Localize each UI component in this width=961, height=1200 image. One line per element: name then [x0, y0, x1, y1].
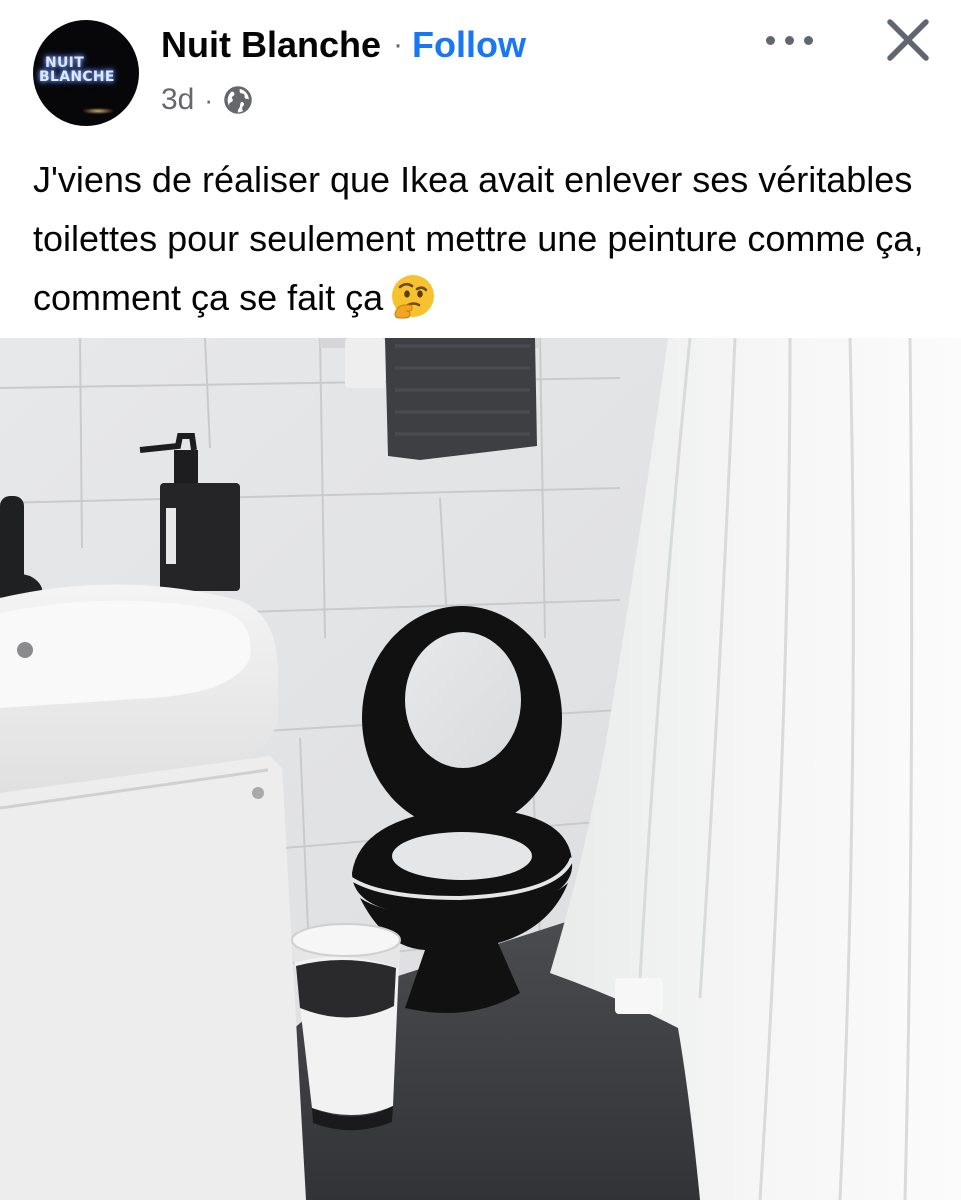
more-dot-1 [766, 36, 775, 45]
title-row: Nuit Blanche · Follow [161, 22, 526, 68]
sink-cabinet [0, 756, 306, 1200]
close-icon [887, 19, 929, 61]
title-separator: · [393, 28, 404, 61]
post-timestamp[interactable]: 3d [161, 83, 194, 117]
avatar-logo-line1: NUIT [45, 55, 85, 71]
more-dot-3 [804, 36, 813, 45]
more-dot-2 [785, 36, 794, 45]
caption-text: J'viens de réaliser que Ikea avait enlev… [33, 159, 924, 318]
globe-icon [223, 85, 253, 115]
post-photo[interactable] [0, 338, 961, 1200]
facebook-post: NUIT BLANCHE Nuit Blanche · Follow 3d · [0, 0, 961, 1200]
post-meta: 3d · [161, 80, 253, 120]
avatar-logo-line2: BLANCHE [39, 69, 115, 85]
meta-separator: · [204, 84, 214, 115]
close-button[interactable] [880, 12, 936, 68]
more-options-button[interactable] [760, 24, 820, 58]
thinking-face-icon [389, 272, 437, 320]
post-caption: J'viens de réaliser que Ikea avait enlev… [33, 150, 933, 327]
page-name[interactable]: Nuit Blanche [161, 24, 381, 66]
post-header: NUIT BLANCHE Nuit Blanche · Follow 3d · [0, 0, 961, 140]
page-avatar[interactable]: NUIT BLANCHE [33, 20, 139, 126]
avatar-logo: NUIT BLANCHE [39, 56, 135, 84]
avatar-light [83, 108, 113, 114]
follow-button[interactable]: Follow [412, 24, 526, 66]
